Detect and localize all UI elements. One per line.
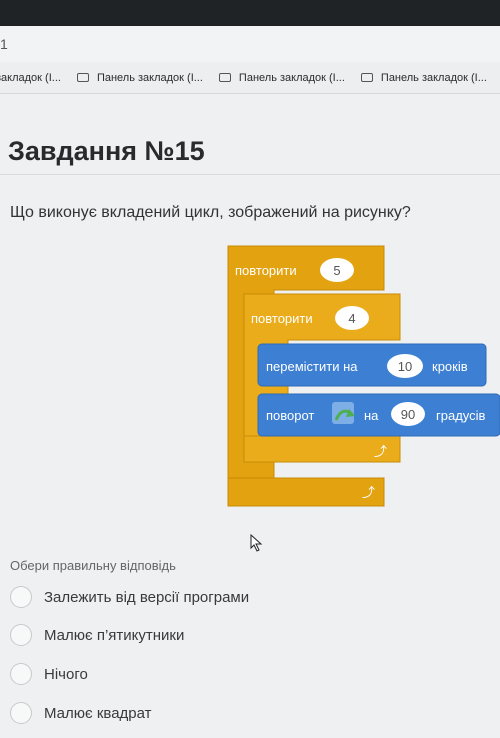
radio-button[interactable] — [10, 624, 32, 646]
answer-option[interactable]: Нічого — [10, 663, 88, 685]
window-strip — [0, 0, 500, 26]
radio-button[interactable] — [10, 663, 32, 685]
scratch-program-image: ⤴ ⤴ повторити 5 повторити 4 перемістити … — [227, 245, 500, 507]
answer-option[interactable]: Малює квадрат — [10, 702, 152, 724]
browser-tabbar: 1 — [0, 0, 500, 62]
radio-button[interactable] — [10, 702, 32, 724]
turn-unit: градусів — [436, 408, 486, 423]
repeat-outer-label: повторити — [235, 263, 297, 278]
rotate-arrow-icon — [332, 402, 355, 424]
move-value: 10 — [398, 359, 412, 374]
answer-option-label: Малює квадрат — [44, 704, 152, 722]
bookmark-item[interactable]: Панель закладок (І... — [360, 71, 487, 84]
bookmark-item[interactable]: Панель закладок (І... — [76, 71, 203, 84]
bookmark-item[interactable]: закладок (І... — [0, 72, 61, 84]
answer-option-label: Малює п’ятикутники — [44, 626, 185, 644]
turn-label: поворот — [266, 408, 314, 423]
bookmark-item[interactable]: Панель закладок (І... — [218, 71, 345, 84]
bookmark-label: Панель закладок (І... — [380, 71, 487, 84]
repeat-inner-label: повторити — [251, 311, 313, 326]
turn-value: 90 — [401, 407, 415, 422]
bookmark-label: Панель закладок (І... — [238, 71, 345, 84]
answer-option[interactable]: Залежить від версії програми — [10, 586, 249, 608]
folder-icon — [218, 73, 231, 82]
folder-icon — [76, 73, 89, 82]
repeat-outer-bottom — [227, 477, 385, 507]
answer-option[interactable]: Малює п’ятикутники — [10, 624, 184, 646]
radio-button[interactable] — [10, 586, 32, 608]
answer-option-label: Нічого — [44, 665, 88, 683]
repeat-outer-value: 5 — [333, 263, 340, 278]
bookmark-label: закладок (І... — [0, 71, 61, 84]
move-label: перемістити на — [266, 359, 358, 374]
tab-fragment[interactable]: 1 — [0, 36, 8, 52]
repeat-inner-value: 4 — [348, 311, 355, 326]
loop-arrow-icon: ⤴ — [362, 485, 375, 500]
folder-icon — [360, 73, 373, 82]
bookmark-label: Панель закладок (І... — [96, 71, 203, 84]
bookmarks-bar: закладок (І... Панель закладок (І... Пан… — [0, 62, 500, 94]
mouse-cursor-icon — [250, 534, 263, 552]
quiz-page: Завдання №15 Що виконує вкладений цикл, … — [0, 94, 500, 738]
answer-option-label: Залежить від версії програми — [44, 588, 250, 606]
turn-on-label: на — [364, 408, 379, 423]
move-unit: кроків — [432, 359, 468, 374]
answer-prompt: Обери правильну відповідь — [10, 558, 176, 573]
loop-arrow-icon: ⤴ — [374, 444, 387, 459]
